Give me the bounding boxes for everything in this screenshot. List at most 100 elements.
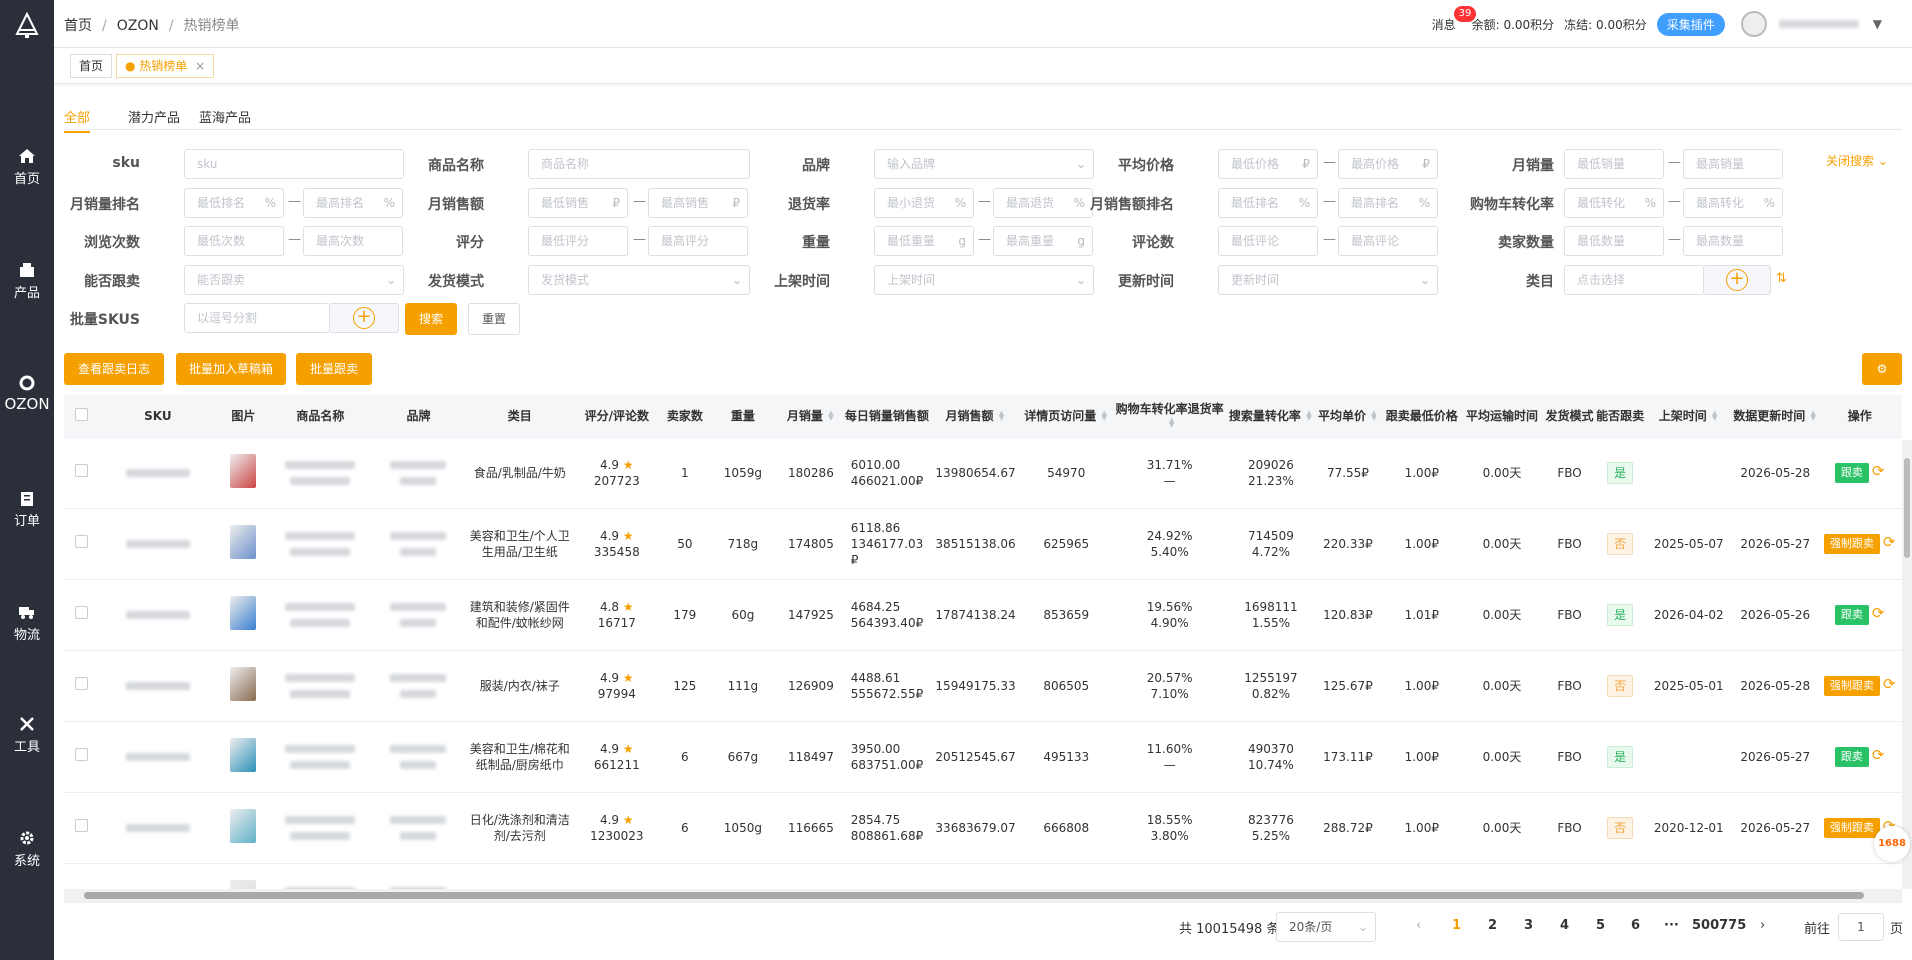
page-2[interactable]: 2 <box>1488 918 1497 933</box>
refresh-icon[interactable]: ⟳ <box>1883 675 1896 693</box>
nav-logistics[interactable]: 物流 <box>0 604 54 643</box>
tag-current[interactable]: ● 热销榜单 × <box>116 54 215 78</box>
filter-min-sales[interactable]: 最低销量 <box>1564 149 1664 179</box>
name-cell[interactable] <box>270 437 370 509</box>
page-last[interactable]: 500775 <box>1692 918 1746 933</box>
refresh-icon[interactable]: ⟳ <box>1872 604 1885 622</box>
filter-max-sales[interactable]: 最高销量 <box>1683 149 1783 179</box>
col-price[interactable]: 平均单价 ▲ ▼ <box>1313 395 1383 438</box>
page-6[interactable]: 6 <box>1631 918 1640 933</box>
product-image[interactable] <box>215 437 271 509</box>
messages[interactable]: 消息 39 <box>1432 5 1477 33</box>
col-monthly-sales[interactable]: 月销量 ▲ ▼ <box>777 395 845 438</box>
plugin-button[interactable]: 采集插件 <box>1656 12 1725 36</box>
filter-min-reviews[interactable]: 最低评论 <box>1218 226 1318 256</box>
avatar[interactable] <box>1740 11 1767 37</box>
col-rating[interactable]: 评分/评论数 <box>572 395 662 438</box>
filter-min-rating[interactable]: 最低评分 <box>528 226 628 256</box>
breadcrumb-home[interactable]: 首页 <box>64 18 92 34</box>
next-page-icon[interactable]: › <box>1760 918 1765 933</box>
product-image[interactable] <box>215 508 271 580</box>
follow-button[interactable]: 跟卖 <box>1834 746 1869 767</box>
sort-caret-icon[interactable]: ▲ ▼ <box>998 410 1006 422</box>
follow-button[interactable]: 强制跟卖 <box>1823 817 1880 838</box>
sort-caret-icon[interactable]: ▲ ▼ <box>1809 410 1817 422</box>
filter-min-weight[interactable]: 最低重量 g <box>874 226 974 256</box>
name-cell[interactable] <box>270 792 370 864</box>
filter-min-revrank[interactable]: 最低排名% <box>1218 188 1318 218</box>
sku-cell[interactable] <box>99 579 216 651</box>
name-cell[interactable] <box>270 650 370 722</box>
filter-min-rank[interactable]: 最低排名% <box>184 188 284 218</box>
col-weight[interactable]: 重量 <box>708 395 778 438</box>
filter-name-input[interactable]: 商品名称 <box>528 149 750 179</box>
row-checkbox[interactable] <box>64 650 100 722</box>
col-daily[interactable]: 每日销量销售额 <box>844 395 930 438</box>
filter-batch-skus-input[interactable]: 以逗号分割 <box>184 303 330 333</box>
sort-caret-icon[interactable]: ▲ ▼ <box>1168 417 1176 429</box>
close-search-toggle[interactable]: 关闭搜索 ⌄ <box>1826 152 1888 169</box>
filter-min-sellers[interactable]: 最低数量 <box>1564 226 1664 256</box>
filter-can-follow-select[interactable]: 能否跟卖 ⌄ <box>184 265 404 295</box>
col-min-price[interactable]: 跟卖最低价格 <box>1382 395 1461 438</box>
horizontal-scrollbar[interactable] <box>64 889 1902 903</box>
filter-min-cart[interactable]: 最低转化% <box>1564 188 1664 218</box>
filter-max-reviews[interactable]: 最高评论 <box>1338 226 1438 256</box>
filter-ship-mode-select[interactable]: 发货模式 ⌄ <box>528 265 750 295</box>
row-checkbox[interactable] <box>64 508 100 580</box>
col-listed[interactable]: 上架时间 ▲ ▼ <box>1644 395 1734 438</box>
goto-page-input[interactable]: 1 <box>1838 913 1884 941</box>
name-cell[interactable] <box>270 863 370 889</box>
filter-brand-select[interactable]: 输入品牌 ⌄ <box>874 149 1094 179</box>
search-button[interactable]: 搜索 <box>405 303 457 335</box>
row-checkbox[interactable] <box>64 579 100 651</box>
table-row[interactable]: 建筑和装修/紧固件和配件/蚊帐纱网 4.8 ★ 16717 179 60g 147… <box>64 579 1902 651</box>
sort-caret-icon[interactable]: ▲ ▼ <box>1305 410 1313 422</box>
filter-sku-input[interactable]: sku <box>184 149 404 179</box>
row-checkbox[interactable] <box>64 721 100 793</box>
view-follow-log-button[interactable]: 查看跟卖日志 <box>64 353 164 385</box>
table-row[interactable]: 食品/乳制品/牛奶 4.9 ★ 207723 1 1059g 180286 601… <box>64 437 1902 509</box>
sku-cell[interactable] <box>99 437 216 509</box>
messages-label[interactable]: 消息 <box>1432 18 1456 32</box>
filter-min-price[interactable]: 最低价格 ₽ <box>1218 149 1318 179</box>
prev-page-icon[interactable]: ‹ <box>1416 918 1421 933</box>
tab-all[interactable]: 全部 <box>64 107 91 133</box>
sort-caret-icon[interactable]: ▲ ▼ <box>1100 410 1108 422</box>
sku-cell[interactable] <box>99 863 216 889</box>
product-image[interactable] <box>215 650 271 722</box>
page-size-select[interactable]: 20条/页 ⌄ <box>1276 912 1376 942</box>
follow-button[interactable]: 跟卖 <box>1834 462 1869 483</box>
filter-max-cart[interactable]: 最高转化% <box>1683 188 1783 218</box>
filter-min-return[interactable]: 最小退货% <box>874 188 974 218</box>
follow-button[interactable]: 跟卖 <box>1834 604 1869 625</box>
page-4[interactable]: 4 <box>1560 918 1569 933</box>
tab-blue-ocean[interactable]: 蓝海产品 <box>199 107 251 126</box>
filter-min-views[interactable]: 最低次数 <box>184 226 284 256</box>
batch-add-draft-button[interactable]: 批量加入草稿箱 <box>176 353 286 385</box>
sku-cell[interactable] <box>99 721 216 793</box>
col-visits[interactable]: 详情页访问量 ▲ ▼ <box>1021 395 1111 438</box>
col-cart[interactable]: 购物车转化率退货率▲ ▼ <box>1110 395 1229 438</box>
sort-caret-icon[interactable]: ▲ ▼ <box>827 410 835 422</box>
vertical-scrollbar[interactable] <box>1902 440 1912 889</box>
filter-max-price[interactable]: 最高价格 ₽ <box>1338 149 1438 179</box>
col-search[interactable]: 搜索量转化率 ▲ ▼ <box>1228 395 1314 438</box>
page-1[interactable]: 1 <box>1452 918 1461 933</box>
refresh-icon[interactable]: ⟳ <box>1872 746 1885 764</box>
tag-close-icon[interactable]: × <box>195 59 205 73</box>
product-image[interactable] <box>215 863 271 889</box>
reset-button[interactable]: 重置 <box>468 303 520 335</box>
product-image[interactable] <box>215 792 271 864</box>
filter-min-revenue[interactable]: 最低销售 ₽ <box>528 188 628 218</box>
filter-max-revrank[interactable]: 最高排名% <box>1338 188 1438 218</box>
sku-cell[interactable] <box>99 792 216 864</box>
username[interactable] <box>1778 20 1859 28</box>
select-all-checkbox[interactable] <box>64 395 100 438</box>
nav-tools[interactable]: 工具 <box>0 716 54 755</box>
sort-caret-icon[interactable]: ▲ ▼ <box>1711 410 1719 422</box>
filter-updated-select[interactable]: 更新时间 ⌄ <box>1218 265 1438 295</box>
filter-max-sellers[interactable]: 最高数量 <box>1683 226 1783 256</box>
nav-ozon[interactable]: OZON <box>0 375 54 413</box>
table-row[interactable]: 服装/内衣/袜子 4.9 ★ 97994 125 111g 126909 4488… <box>64 650 1902 722</box>
